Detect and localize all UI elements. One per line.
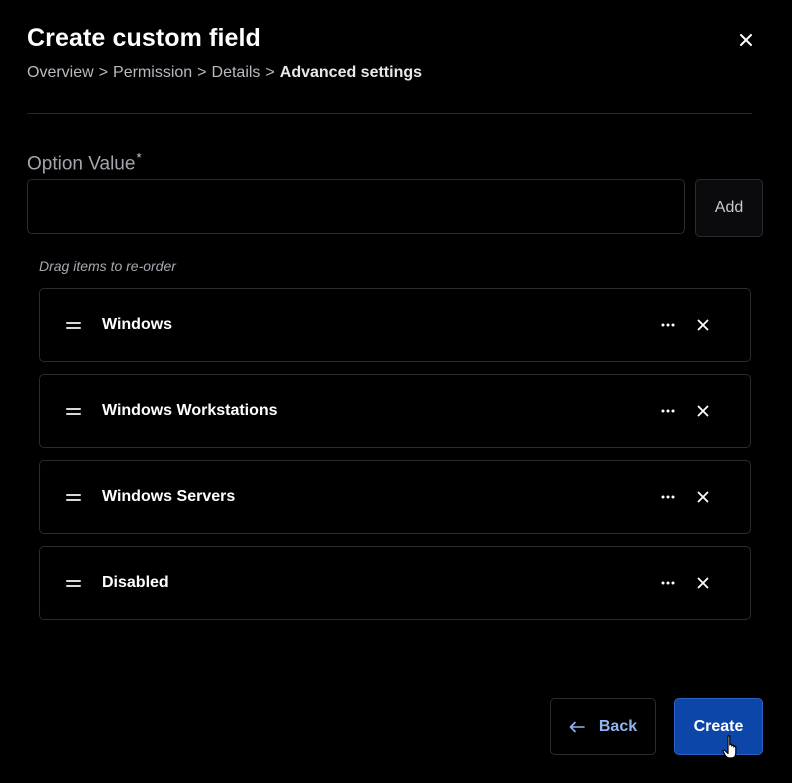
option-item-label: Windows [102,316,173,333]
dialog-title: Create custom field [27,24,261,52]
breadcrumb-separator: > [197,64,207,81]
breadcrumb-separator: > [265,64,275,81]
option-value-input[interactable] [27,179,685,234]
option-item-label: Disabled [102,574,169,591]
more-horizontal-icon [661,409,675,413]
option-item[interactable]: Windows [39,288,751,362]
breadcrumb-step-permission[interactable]: Permission [113,64,192,82]
drag-handle-icon[interactable] [66,319,82,331]
breadcrumb-step-details[interactable]: Details [212,64,261,82]
breadcrumb: Overview > Permission > Details > Advanc… [27,64,422,82]
back-button-label: Back [598,717,638,735]
option-item[interactable]: Windows Workstations [39,374,751,448]
header-divider [27,113,752,114]
more-horizontal-icon [661,323,675,327]
more-options-button[interactable] [657,572,679,594]
arrow-left-icon [569,721,585,732]
add-option-button[interactable]: Add [695,179,763,237]
remove-option-button[interactable] [692,572,714,594]
remove-option-button[interactable] [692,314,714,336]
breadcrumb-step-overview[interactable]: Overview [27,64,94,82]
breadcrumb-step-advanced-settings: Advanced settings [279,64,423,81]
close-icon [697,405,709,417]
drag-handle-icon[interactable] [66,405,82,417]
more-options-button[interactable] [657,400,679,422]
reorder-hint: Drag items to re-order [39,258,176,274]
close-icon [697,491,709,503]
more-horizontal-icon [661,495,675,499]
option-item-label: Windows Servers [102,488,236,505]
close-button[interactable] [734,28,758,52]
option-value-label-text: Option Value [27,153,136,175]
more-options-button[interactable] [657,314,679,336]
option-list: Windows Windows Workstations Windows Ser… [39,288,751,632]
create-button[interactable]: Create [674,698,763,755]
breadcrumb-separator: > [98,64,109,81]
close-icon [697,319,709,331]
more-horizontal-icon [661,581,675,585]
close-icon [697,577,709,589]
option-item[interactable]: Disabled [39,546,751,620]
option-value-label: Option Value* [27,150,142,175]
option-item-label: Windows Workstations [102,402,278,419]
create-custom-field-dialog: Create custom field Overview > Permissio… [0,0,792,783]
option-item[interactable]: Windows Servers [39,460,751,534]
more-options-button[interactable] [657,486,679,508]
back-button[interactable]: Back [550,698,656,755]
remove-option-button[interactable] [692,400,714,422]
close-icon [740,34,752,46]
drag-handle-icon[interactable] [66,491,82,503]
remove-option-button[interactable] [692,486,714,508]
required-marker: * [136,150,142,165]
drag-handle-icon[interactable] [66,577,82,589]
